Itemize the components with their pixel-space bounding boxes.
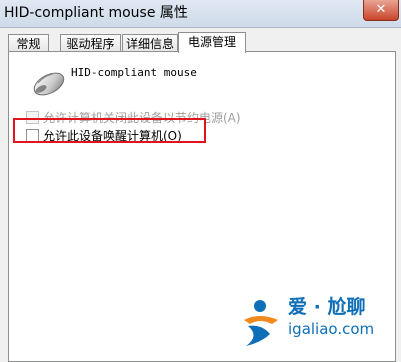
watermark-cn-text: 爱 · 尬聊: [288, 296, 366, 318]
close-button[interactable]: ✕: [363, 0, 399, 21]
annotation-highlight-box: [13, 118, 206, 143]
watermark-logo-icon: [244, 300, 278, 346]
mouse-icon: [33, 72, 65, 96]
tab-general[interactable]: 常规: [8, 34, 49, 52]
tab-driver[interactable]: 驱动程序: [60, 34, 121, 52]
tab-strip: 常规 驱动程序 详细信息 电源管理: [8, 32, 388, 53]
watermark: 爱 · 尬聊 igaliao.com: [234, 290, 394, 356]
window-title: HID-compliant mouse 属性: [4, 5, 188, 21]
tab-power-management[interactable]: 电源管理: [178, 32, 246, 53]
device-name: HID-compliant mouse: [71, 66, 197, 79]
watermark-url: igaliao.com: [288, 320, 375, 338]
title-bar: HID-compliant mouse 属性 ✕: [0, 0, 401, 28]
tab-details[interactable]: 详细信息: [122, 34, 178, 52]
close-icon: ✕: [375, 2, 387, 17]
